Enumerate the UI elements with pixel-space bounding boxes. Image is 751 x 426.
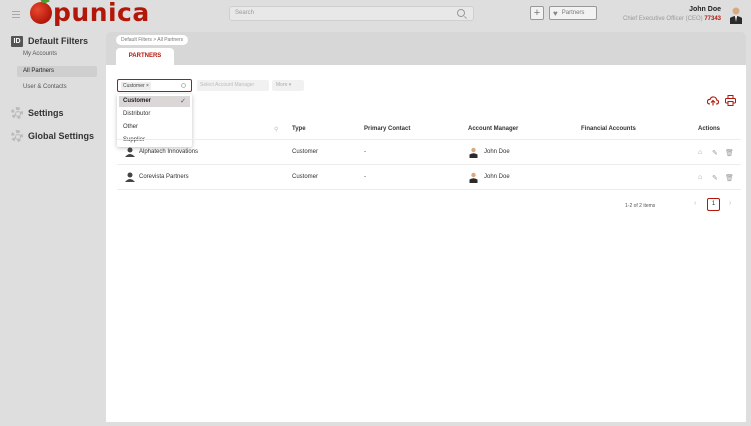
partner-primary-contact: - (364, 174, 366, 180)
pagination-page-button[interactable]: 1 (707, 198, 720, 211)
bank-icon[interactable]: ⌂ (698, 174, 706, 182)
table-divider (117, 189, 741, 190)
app-logo[interactable]: punica (30, 0, 150, 27)
column-header-actions: Actions (698, 126, 721, 132)
account-manager-avatar (469, 147, 478, 158)
column-header-primary-contact[interactable]: Primary Contact (364, 126, 410, 132)
edit-icon[interactable]: ✎ (712, 174, 720, 182)
logo-text: punica (53, 0, 150, 27)
filter-tag-customer[interactable]: Customer × (121, 82, 151, 90)
sidebar-item-all-partners[interactable]: All Partners (17, 66, 97, 77)
column-header-financial-accounts[interactable]: Financial Accounts (581, 126, 636, 132)
sidebar-item-my-accounts[interactable]: My Accounts (17, 49, 97, 60)
dropdown-option-label: Customer (123, 98, 152, 104)
name-column-search-icon[interactable]: ⚲ (274, 126, 278, 133)
partner-name[interactable]: Alphatech Innovations (139, 149, 198, 155)
sidebar-default-filters-label: Default Filters (28, 36, 89, 46)
gear-icon (11, 130, 23, 142)
sidebar: ID Default Filters My Accounts All Partn… (0, 32, 106, 426)
user-name[interactable]: John Doe (689, 6, 721, 13)
main-panel: Default Filters > All Partners PARTNERS … (106, 32, 746, 422)
dropdown-option-customer[interactable]: Customer ✓ (119, 96, 190, 107)
sidebar-global-settings-label: Global Settings (28, 131, 95, 141)
id-card-icon: ID (11, 35, 23, 47)
breadcrumb[interactable]: Default Filters > All Partners (116, 35, 189, 45)
table-divider (117, 139, 741, 140)
partner-icon (125, 172, 135, 182)
delete-icon[interactable]: 🗑 (725, 149, 734, 157)
bank-icon[interactable]: ⌂ (698, 149, 706, 157)
sidebar-settings[interactable]: Settings (11, 107, 64, 119)
type-filter-select[interactable]: Customer × (117, 79, 192, 92)
handshake-icon: ♥ (553, 8, 558, 18)
search-icon (181, 83, 186, 88)
user-code: 77343 (704, 16, 721, 22)
dropdown-option-distributor[interactable]: Distributor (119, 109, 190, 120)
content-area (106, 65, 746, 422)
upload-icon[interactable] (707, 96, 719, 106)
sidebar-global-settings[interactable]: Global Settings (11, 130, 94, 142)
sidebar-settings-label: Settings (28, 108, 64, 118)
edit-icon[interactable]: ✎ (712, 149, 720, 157)
top-bar: punica Search + ♥ Partners John Doe Chie… (0, 0, 751, 32)
search-placeholder: Search (235, 10, 255, 16)
account-manager-avatar (469, 172, 478, 183)
tab-partners[interactable]: PARTNERS (116, 48, 174, 65)
account-manager-select[interactable]: Select Account Manager (197, 80, 269, 91)
user-role-title: Chief Executive Officer (CEO) (623, 16, 703, 22)
more-filters-button[interactable]: More ▾ (272, 80, 304, 91)
partner-type: Customer (292, 149, 319, 155)
menu-icon[interactable] (12, 11, 20, 18)
apple-logo-icon (30, 2, 52, 24)
partner-icon (125, 147, 135, 157)
pagination-summary: 1-2 of 2 items (625, 203, 656, 209)
chevron-left-icon[interactable]: ‹ (694, 200, 696, 207)
partner-primary-contact: - (364, 149, 366, 155)
breadcrumb-bar: Default Filters > All Partners PARTNERS (106, 32, 746, 65)
dropdown-option-supplier[interactable]: Supplier (119, 135, 190, 146)
table-divider (117, 164, 741, 165)
print-icon[interactable] (725, 95, 736, 106)
sidebar-item-user-contacts[interactable]: User & Contacts (17, 82, 97, 93)
account-manager-name: John Doe (484, 149, 510, 155)
avatar[interactable] (728, 6, 744, 24)
sidebar-default-filters[interactable]: ID Default Filters (11, 35, 88, 47)
user-role: Chief Executive Officer (CEO) 77343 (623, 16, 721, 22)
delete-icon[interactable]: 🗑 (725, 174, 734, 182)
account-manager-name: John Doe (484, 174, 510, 180)
add-button[interactable]: + (530, 6, 544, 20)
search-icon[interactable] (457, 9, 465, 17)
column-header-account-manager[interactable]: Account Manager (468, 126, 518, 132)
column-header-type[interactable]: Type (292, 126, 306, 132)
chevron-right-icon[interactable]: › (729, 200, 731, 207)
partners-button[interactable]: ♥ Partners (549, 6, 597, 20)
partners-button-label: Partners (561, 10, 585, 16)
partner-name[interactable]: Corevista Partners (139, 174, 189, 180)
search-input[interactable]: Search (229, 6, 474, 21)
check-icon: ✓ (180, 98, 186, 105)
partner-type: Customer (292, 174, 319, 180)
gear-icon (11, 107, 23, 119)
dropdown-option-other[interactable]: Other (119, 122, 190, 133)
